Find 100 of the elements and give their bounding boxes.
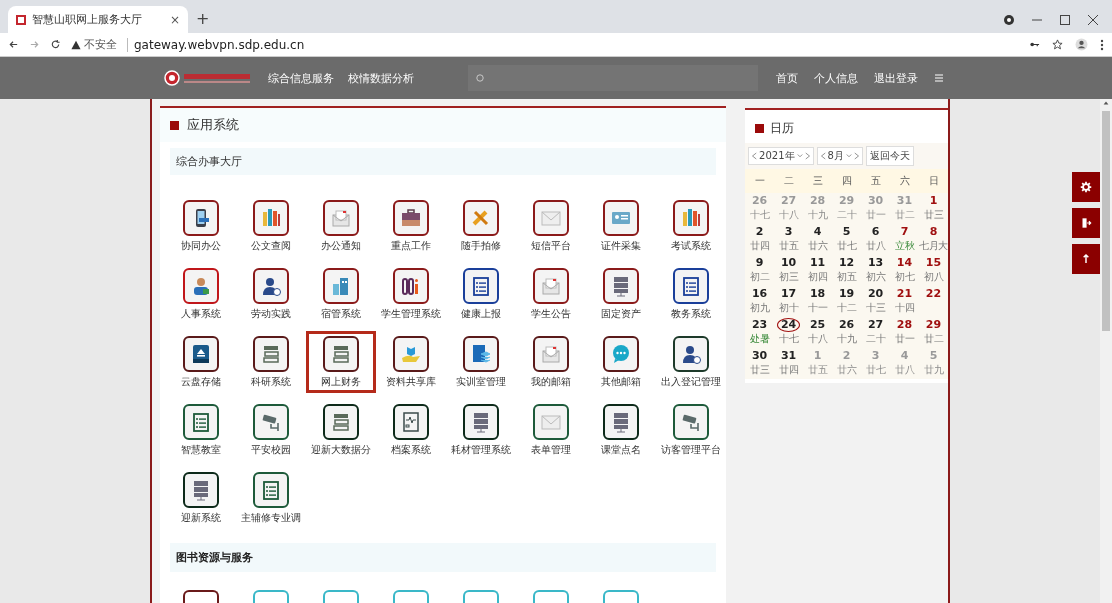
calendar-day[interactable]: 6 廿八 — [861, 224, 891, 255]
nav-link[interactable]: 校情数据分析 — [348, 70, 414, 86]
app-link[interactable]: 我的邮箱 — [516, 331, 586, 393]
calendar-day[interactable]: 22 — [919, 286, 948, 317]
calendar-day[interactable]: 4 廿八 — [890, 348, 919, 379]
app-link[interactable]: 证件采集 — [586, 195, 656, 257]
new-tab-button[interactable]: + — [196, 9, 210, 28]
app-link[interactable]: 档案系统 — [376, 399, 446, 461]
calendar-day[interactable]: 8 七月大 — [919, 224, 948, 255]
app-link[interactable]: 资料共享库 — [376, 331, 446, 393]
calendar-day[interactable]: 3 廿五 — [774, 224, 804, 255]
calendar-day[interactable]: 11 初四 — [803, 255, 833, 286]
app-link[interactable]: 出入登记管理 — [656, 331, 726, 393]
app-link[interactable]: 耗材管理系统 — [446, 399, 516, 461]
app-link[interactable]: 办公通知 — [306, 195, 376, 257]
app-link[interactable]: 课堂点名 — [586, 399, 656, 461]
calendar-day[interactable]: 27 二十 — [861, 317, 891, 348]
app-link[interactable]: 重点工作 — [376, 195, 446, 257]
calendar-day[interactable]: 2 廿四 — [745, 224, 775, 255]
calendar-day[interactable]: 4 廿六 — [803, 224, 833, 255]
app-link[interactable]: 宿管系统 — [306, 263, 376, 325]
calendar-day[interactable]: 27 十八 — [774, 193, 804, 224]
calendar-day[interactable]: 29 廿二 — [919, 317, 948, 348]
calendar-day[interactable]: 10 初三 — [774, 255, 804, 286]
app-link[interactable]: 学生公告 — [516, 263, 586, 325]
app-link[interactable]: 教务系统 — [656, 263, 726, 325]
app-link[interactable]: 平安校园 — [236, 399, 306, 461]
calendar-day[interactable]: 28 十九 — [803, 193, 833, 224]
calendar-day[interactable]: 31 廿四 — [774, 348, 804, 379]
browser-tab[interactable]: 智慧山职网上服务大厅 × — [8, 6, 188, 33]
app-link[interactable]: 网上财务 — [306, 331, 376, 393]
calendar-day[interactable]: 5 廿七 — [832, 224, 862, 255]
calendar-day[interactable]: 2 廿六 — [832, 348, 862, 379]
calendar-day[interactable]: 30 廿三 — [745, 348, 775, 379]
app-link[interactable]: 实训室管理 — [446, 331, 516, 393]
nav-link[interactable]: 综合信息服务 — [268, 70, 334, 86]
calendar-day[interactable]: 20 十三 — [861, 286, 891, 317]
back-arrow-icon[interactable] — [8, 39, 19, 50]
app-link[interactable]: 学生管理系统 — [376, 263, 446, 325]
app-link[interactable]: 劳动实践 — [236, 263, 306, 325]
calendar-day[interactable]: 31 廿二 — [890, 193, 919, 224]
calendar-day[interactable]: 28 廿一 — [890, 317, 919, 348]
app-link[interactable]: 科研系统 — [236, 331, 306, 393]
app-link[interactable]: 考试系统 — [656, 195, 726, 257]
scrollbar-thumb[interactable] — [1102, 111, 1110, 331]
more-icon[interactable] — [1100, 38, 1104, 51]
calendar-day[interactable]: 12 初五 — [832, 255, 862, 286]
close-icon[interactable] — [1088, 15, 1098, 25]
calendar-day[interactable]: 5 廿九 — [919, 348, 948, 379]
calendar-day[interactable]: 25 十八 — [803, 317, 833, 348]
url-field[interactable]: gateway.webvpn.sdp.edu.cn — [127, 37, 305, 52]
menu-icon[interactable] — [934, 73, 944, 83]
calendar-day[interactable]: 13 初六 — [861, 255, 891, 286]
calendar-day[interactable]: 19 十二 — [832, 286, 862, 317]
account-icon[interactable] — [1004, 15, 1014, 25]
app-link[interactable]: 短信平台 — [516, 195, 586, 257]
reload-icon[interactable] — [50, 39, 61, 50]
app-link[interactable]: 其他邮箱 — [586, 331, 656, 393]
calendar-day[interactable]: 18 十一 — [803, 286, 833, 317]
calendar-day[interactable]: 26 十九 — [832, 317, 862, 348]
app-frame-icon[interactable] — [183, 590, 219, 603]
app-link[interactable]: 协同办公 — [166, 195, 236, 257]
up-arrow-button[interactable] — [1072, 244, 1100, 274]
close-tab-button[interactable]: × — [169, 12, 180, 27]
calendar-day[interactable]: 29 二十 — [832, 193, 862, 224]
app-link[interactable]: 人事系统 — [166, 263, 236, 325]
nav-link[interactable]: 退出登录 — [874, 70, 918, 86]
nav-link[interactable]: 首页 — [776, 70, 798, 86]
calendar-day[interactable]: 15 初八 — [919, 255, 948, 286]
app-link[interactable]: 公文查阅 — [236, 195, 306, 257]
calendar-day[interactable]: 24 十七 — [774, 317, 804, 348]
calendar-day[interactable]: 7 立秋 — [890, 224, 919, 255]
today-button[interactable]: 返回今天 — [865, 146, 914, 166]
maximize-icon[interactable] — [1060, 15, 1070, 25]
calendar-day[interactable]: 17 初十 — [774, 286, 804, 317]
app-link[interactable]: 访客管理平台 — [656, 399, 726, 461]
calendar-day[interactable]: 9 初二 — [745, 255, 775, 286]
calendar-day[interactable]: 16 初九 — [745, 286, 775, 317]
app-link[interactable]: 随手拍修 — [446, 195, 516, 257]
search-field[interactable] — [468, 65, 758, 91]
app-link[interactable]: 固定资产 — [586, 263, 656, 325]
app-link[interactable]: 表单管理 — [516, 399, 586, 461]
calendar-day[interactable]: 30 廿一 — [861, 193, 891, 224]
app-link[interactable]: 主辅修专业调 — [236, 467, 306, 529]
profile-icon[interactable] — [1075, 38, 1088, 51]
calendar-day[interactable]: 14 初七 — [890, 255, 919, 286]
star-icon[interactable] — [1052, 39, 1063, 50]
dropdown[interactable]: 2021年 — [748, 147, 814, 165]
app-link[interactable]: 云盘存储 — [166, 331, 236, 393]
app-link[interactable]: 迎新大数据分 — [306, 399, 376, 461]
calendar-day[interactable]: 1 廿五 — [803, 348, 833, 379]
calendar-day[interactable]: 21 十四 — [890, 286, 919, 317]
settings-button[interactable] — [1072, 172, 1100, 202]
dropdown[interactable]: 8月 — [816, 147, 863, 165]
nav-link[interactable]: 个人信息 — [814, 70, 858, 86]
app-link[interactable]: 智慧教室 — [166, 399, 236, 461]
calendar-day[interactable]: 23 处暑 — [745, 317, 775, 348]
app-link[interactable]: 迎新系统 — [166, 467, 236, 529]
calendar-day[interactable]: 3 廿七 — [861, 348, 891, 379]
calendar-day[interactable]: 26 十七 — [745, 193, 775, 224]
